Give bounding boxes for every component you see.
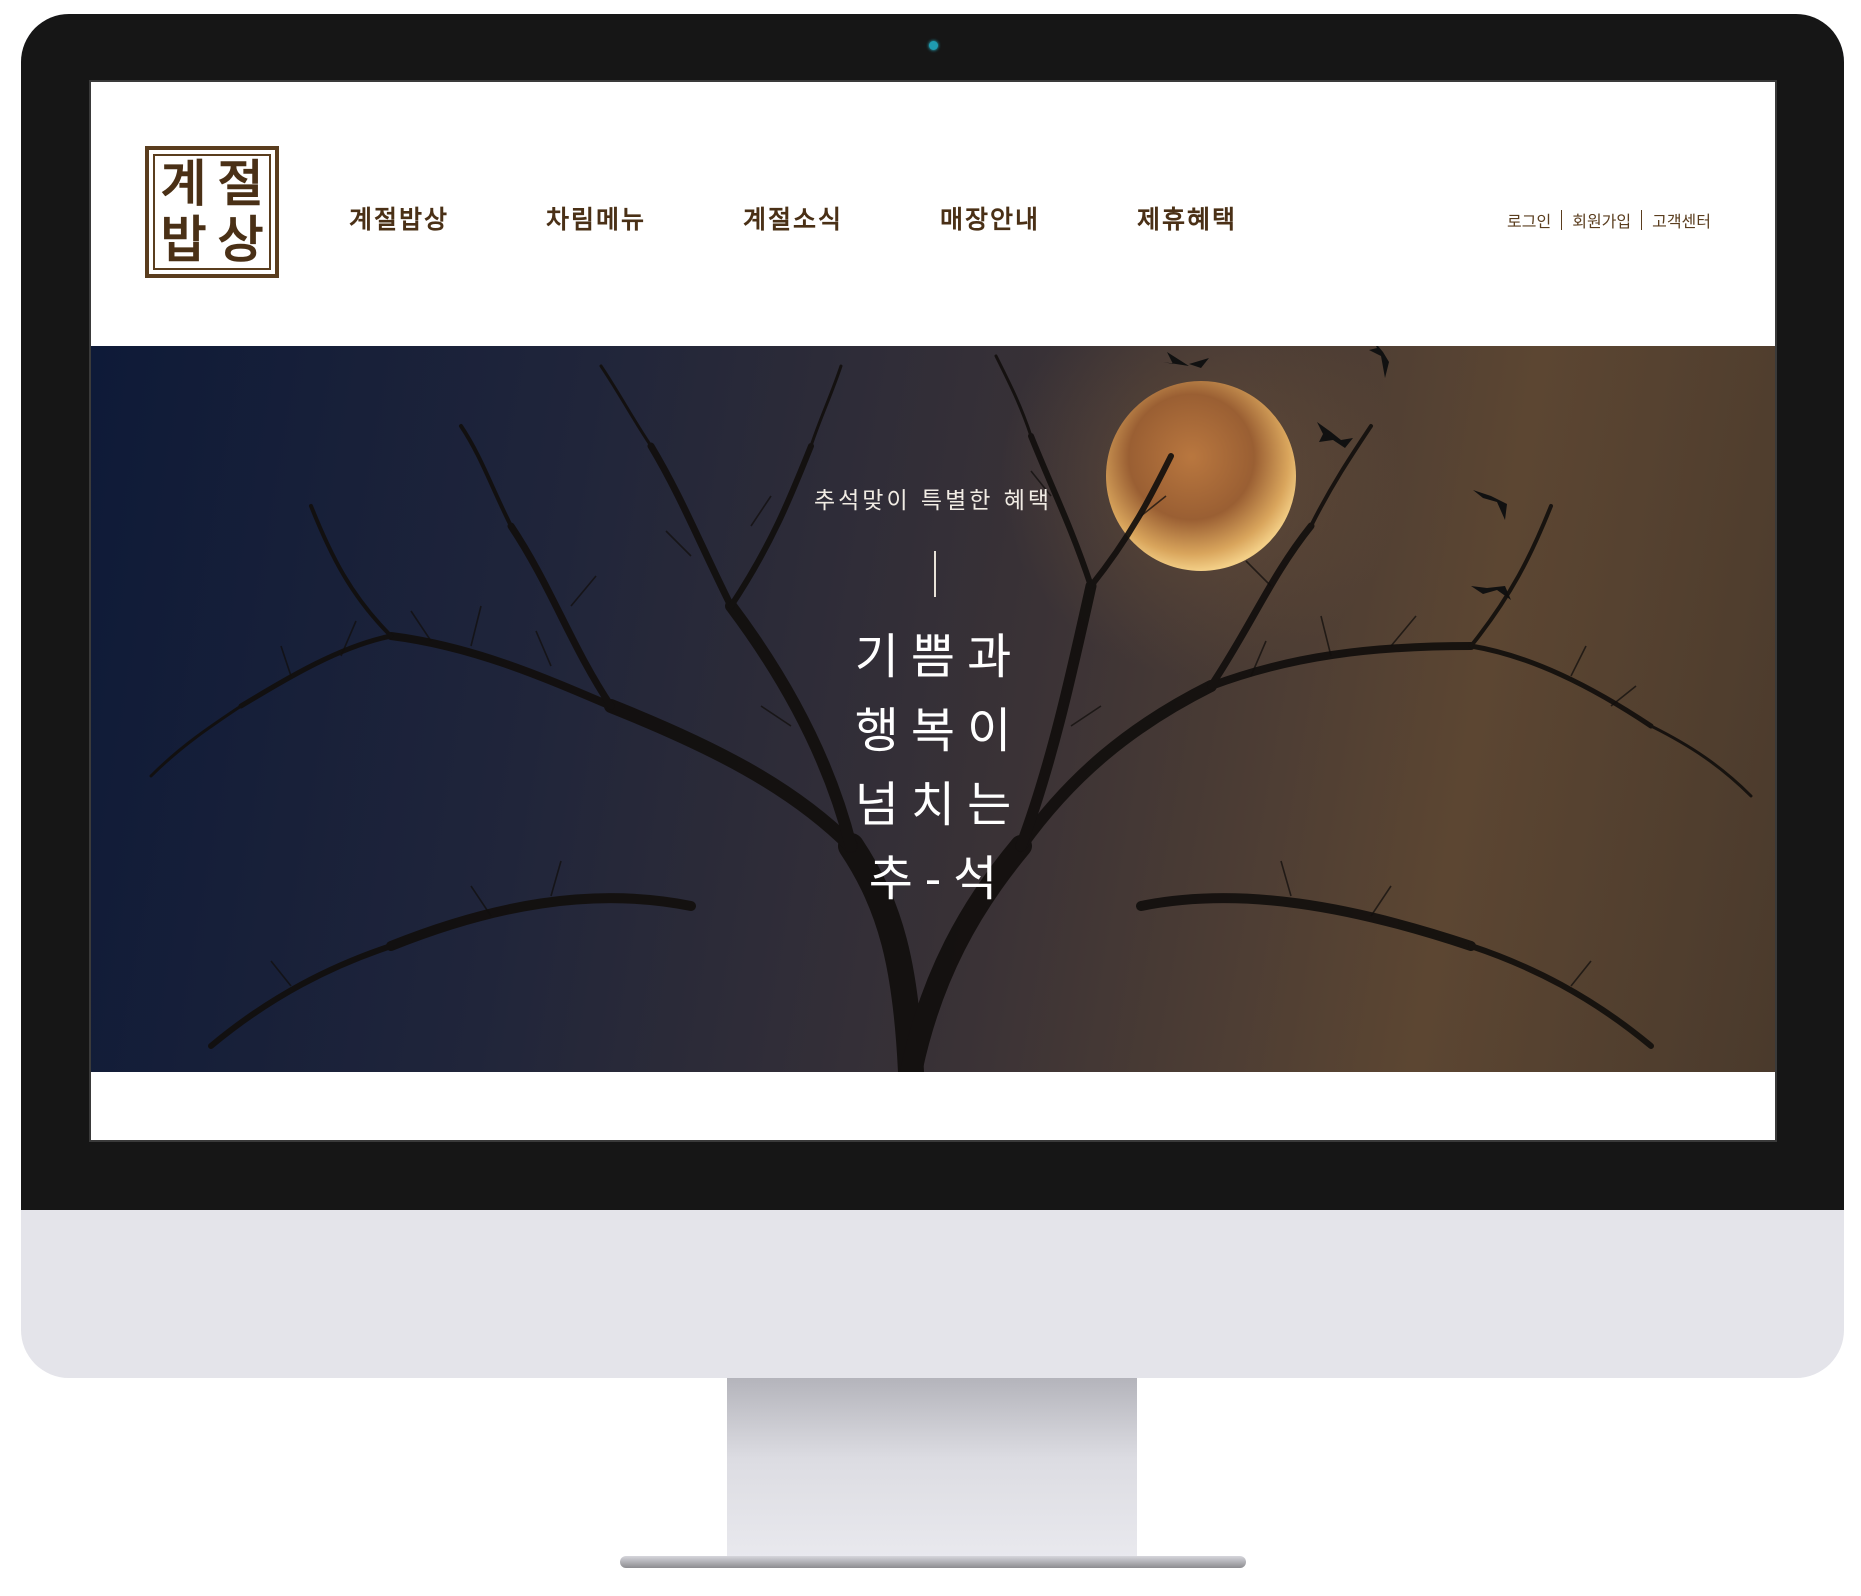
hero-subtitle: 추석맞이 특별한 혜택 <box>813 488 1053 514</box>
monitor-stand-neck <box>727 1378 1137 1558</box>
hero-divider <box>934 551 936 597</box>
signup-link[interactable]: 회원가입 <box>1572 208 1631 232</box>
divider <box>1641 210 1643 230</box>
hero-title: 기쁨과 행복이 넘치는 추-석 <box>91 620 1775 916</box>
nav-item-menu[interactable]: 차림메뉴 <box>546 200 743 240</box>
site-header: 계 절 밥 상 계절밥상 차림메뉴 계절소식 매장안내 제휴혜택 로그인 회원가… <box>91 82 1775 346</box>
hero-title-line: 기쁨과 <box>854 629 1024 685</box>
brand-logo[interactable]: 계 절 밥 상 <box>145 146 279 278</box>
login-link[interactable]: 로그인 <box>1507 208 1551 232</box>
moon <box>1106 381 1296 571</box>
hero-title-line: 행복이 <box>854 703 1024 759</box>
logo-char: 밥 <box>160 211 207 269</box>
screen: 계 절 밥 상 계절밥상 차림메뉴 계절소식 매장안내 제휴혜택 로그인 회원가… <box>89 80 1777 1142</box>
logo-char: 계 <box>160 155 207 213</box>
monitor-bezel: 계 절 밥 상 계절밥상 차림메뉴 계절소식 매장안내 제휴혜택 로그인 회원가… <box>21 14 1844 1210</box>
divider <box>1561 210 1563 230</box>
monitor-stand-foot <box>620 1556 1246 1568</box>
logo-char: 상 <box>217 211 264 269</box>
webcam-dot <box>929 41 938 50</box>
logo-char: 절 <box>217 155 264 213</box>
hero-banner: 추석맞이 특별한 혜택 기쁨과 행복이 넘치는 추-석 <box>91 346 1775 1072</box>
support-link[interactable]: 고객센터 <box>1652 208 1711 232</box>
main-nav: 계절밥상 차림메뉴 계절소식 매장안내 제휴혜택 <box>349 200 1334 240</box>
nav-item-benefits[interactable]: 제휴혜택 <box>1137 200 1334 240</box>
utility-links: 로그인 회원가입 고객센터 <box>1507 208 1711 232</box>
nav-item-news[interactable]: 계절소식 <box>743 200 940 240</box>
hero-title-line: 넘치는 <box>854 777 1024 833</box>
monitor-frame: 계 절 밥 상 계절밥상 차림메뉴 계절소식 매장안내 제휴혜택 로그인 회원가… <box>21 14 1844 1378</box>
hero-title-line: 추-석 <box>868 851 1010 907</box>
nav-item-stores[interactable]: 매장안내 <box>940 200 1137 240</box>
nav-item-gyejeolbapsang[interactable]: 계절밥상 <box>349 200 546 240</box>
